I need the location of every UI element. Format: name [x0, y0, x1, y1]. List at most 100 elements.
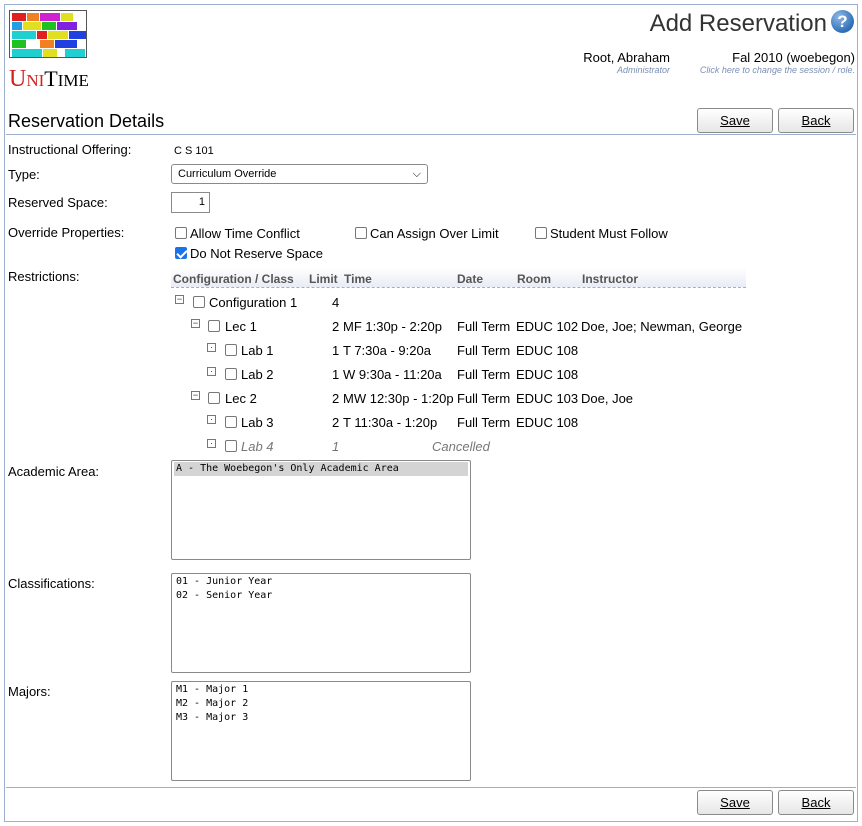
do-not-reserve-space-option[interactable]: Do Not Reserve Space: [175, 246, 323, 261]
table-row: − Lec 1 2 MF 1:30p - 2:20p Full Term EDU…: [171, 317, 751, 337]
col-instructor: Instructor: [582, 272, 639, 286]
override-properties-label: Override Properties:: [8, 225, 125, 240]
section-title: Reservation Details: [8, 111, 165, 131]
back-label: Back: [801, 113, 831, 128]
row-checkbox[interactable]: [225, 440, 237, 452]
logo-wordmark: UNITIME: [9, 66, 89, 92]
allow-time-conflict-checkbox[interactable]: [175, 227, 187, 239]
list-item[interactable]: 01 - Junior Year: [174, 575, 468, 589]
row-time: W 9:30a - 11:20a: [343, 367, 442, 382]
row-name: Lab 4: [241, 439, 274, 454]
row-time: MF 1:30p - 2:20p: [343, 319, 442, 334]
row-name: Configuration 1: [209, 295, 298, 310]
academic-area-listbox[interactable]: A - The Woebegon's Only Academic Area: [171, 460, 471, 560]
table-row: · Lab 4 1 Cancelled: [171, 437, 751, 457]
user-info: Root, Abraham Administrator: [583, 50, 670, 75]
list-item[interactable]: 02 - Senior Year: [174, 589, 468, 603]
classifications-label: Classifications:: [8, 576, 95, 591]
row-limit: 1: [332, 439, 340, 454]
row-checkbox[interactable]: [193, 296, 205, 308]
collapse-icon[interactable]: −: [191, 391, 200, 400]
do-not-reserve-space-checkbox[interactable]: [175, 247, 187, 259]
row-checkbox[interactable]: [208, 392, 220, 404]
can-assign-over-limit-label: Can Assign Over Limit: [370, 226, 499, 241]
expand-icon[interactable]: ·: [207, 415, 216, 424]
row-name: Lab 2: [241, 367, 274, 382]
session-name[interactable]: Fal 2010 (woebegon): [700, 50, 855, 65]
back-button-bottom[interactable]: Back: [778, 790, 854, 815]
restrictions-label: Restrictions:: [8, 269, 80, 284]
session-info[interactable]: Fal 2010 (woebegon) Click here to change…: [700, 50, 855, 75]
expand-icon[interactable]: ·: [207, 367, 216, 376]
row-room: EDUC 103: [516, 391, 579, 406]
row-limit: 2: [332, 391, 340, 406]
type-select[interactable]: Curriculum Override ⌵: [171, 164, 428, 184]
save-label: Save: [720, 795, 750, 810]
row-limit: 1: [332, 343, 340, 358]
student-must-follow-checkbox[interactable]: [535, 227, 547, 239]
row-date: Full Term: [457, 367, 511, 382]
expand-icon[interactable]: ·: [207, 439, 216, 448]
col-time: Time: [344, 272, 372, 286]
list-item[interactable]: A - The Woebegon's Only Academic Area: [174, 462, 468, 476]
do-not-reserve-space-label: Do Not Reserve Space: [190, 246, 323, 261]
allow-time-conflict-option[interactable]: Allow Time Conflict: [175, 226, 300, 241]
chevron-down-icon: ⌵: [412, 168, 421, 180]
offering-value: C S 101: [174, 145, 214, 157]
classifications-listbox[interactable]: 01 - Junior Year 02 - Senior Year: [171, 573, 471, 673]
section-divider: [6, 134, 856, 135]
row-status: Cancelled: [432, 439, 490, 454]
row-date: Full Term: [457, 391, 511, 406]
row-checkbox[interactable]: [225, 368, 237, 380]
offering-label: Instructional Offering:: [8, 142, 132, 157]
type-label: Type:: [8, 167, 40, 182]
allow-time-conflict-label: Allow Time Conflict: [190, 226, 300, 241]
collapse-icon[interactable]: −: [175, 295, 184, 304]
user-role: Administrator: [616, 65, 670, 75]
save-button-bottom[interactable]: Save: [697, 790, 773, 815]
row-checkbox[interactable]: [208, 320, 220, 332]
row-limit: 1: [332, 367, 340, 382]
save-button-top[interactable]: Save: [697, 108, 773, 133]
row-date: Full Term: [457, 319, 511, 334]
back-button-top[interactable]: Back: [778, 108, 854, 133]
list-item[interactable]: M3 - Major 3: [174, 711, 468, 725]
row-instructor: Doe, Joe: [581, 391, 634, 406]
row-room: EDUC 102: [516, 319, 579, 334]
majors-label: Majors:: [8, 684, 51, 699]
row-checkbox[interactable]: [225, 416, 237, 428]
collapse-icon[interactable]: −: [191, 319, 200, 328]
expand-icon[interactable]: ·: [207, 343, 216, 352]
back-label: Back: [801, 795, 831, 810]
can-assign-over-limit-option[interactable]: Can Assign Over Limit: [355, 226, 499, 241]
row-date: Full Term: [457, 343, 511, 358]
can-assign-over-limit-checkbox[interactable]: [355, 227, 367, 239]
reserved-space-input[interactable]: 1: [171, 192, 210, 213]
row-room: EDUC 108: [516, 367, 579, 382]
bottom-divider: [6, 787, 856, 788]
session-change-hint[interactable]: Click here to change the session / role.: [700, 65, 855, 75]
row-name: Lab 1: [241, 343, 274, 358]
type-select-value: Curriculum Override: [178, 168, 277, 180]
list-item[interactable]: M1 - Major 1: [174, 683, 468, 697]
user-name: Root, Abraham: [583, 50, 670, 65]
table-row: − Lec 2 2 MW 12:30p - 1:20p Full Term ED…: [171, 389, 751, 409]
logo-grid-graphic: [9, 10, 87, 58]
row-name: Lab 3: [241, 415, 274, 430]
student-must-follow-option[interactable]: Student Must Follow: [535, 226, 668, 241]
col-limit: Limit: [309, 272, 338, 286]
restrictions-table-header: Configuration / Class Limit Time Date Ro…: [171, 268, 746, 288]
row-time: MW 12:30p - 1:20p: [343, 391, 454, 406]
majors-listbox[interactable]: M1 - Major 1 M2 - Major 2 M3 - Major 3: [171, 681, 471, 781]
student-must-follow-label: Student Must Follow: [550, 226, 668, 241]
row-checkbox[interactable]: [225, 344, 237, 356]
list-item[interactable]: M2 - Major 2: [174, 697, 468, 711]
unitime-logo[interactable]: UNITIME: [9, 10, 89, 92]
page-title: Add Reservation: [649, 10, 827, 37]
table-row: · Lab 2 1 W 9:30a - 11:20a Full Term EDU…: [171, 365, 751, 385]
help-icon[interactable]: ?: [831, 10, 854, 33]
table-row: · Lab 3 2 T 11:30a - 1:20p Full Term EDU…: [171, 413, 751, 433]
row-instructor: Doe, Joe; Newman, George: [581, 319, 743, 334]
col-room: Room: [517, 272, 551, 286]
row-name: Lec 1: [225, 319, 257, 334]
